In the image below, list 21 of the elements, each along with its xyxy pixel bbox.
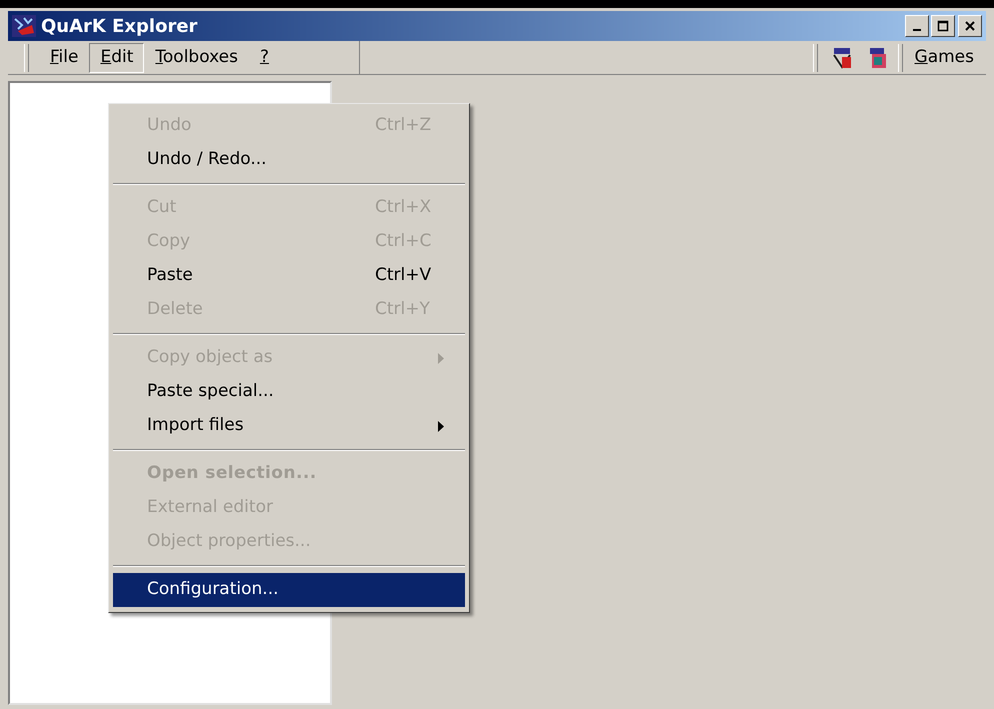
menu-bar-item[interactable]: Toolboxes <box>144 42 249 72</box>
menu-item[interactable]: Configuration... <box>113 573 465 607</box>
submenu-arrow-icon <box>438 352 445 364</box>
menu-item[interactable]: Import files <box>113 409 465 443</box>
submenu-arrow-icon <box>438 420 445 432</box>
close-icon <box>964 20 976 32</box>
games-button[interactable]: Games <box>904 42 984 72</box>
minimize-icon <box>913 29 921 31</box>
maximize-button[interactable] <box>931 15 955 37</box>
menu-bar-item[interactable]: File <box>39 42 90 72</box>
menu-bar-item[interactable]: ? <box>248 42 280 72</box>
maximize-icon <box>937 20 949 32</box>
menu-item[interactable]: Paste special... <box>113 375 465 409</box>
close-button[interactable] <box>958 15 982 37</box>
document-picture-icon <box>868 46 888 68</box>
window-title: QuArK Explorer <box>41 14 198 38</box>
minimize-button[interactable] <box>905 15 929 37</box>
menu-item[interactable]: Undo / Redo... <box>113 143 465 177</box>
app-logo-icon <box>12 15 36 37</box>
menu-item[interactable]: Paste Ctrl+V <box>113 259 465 293</box>
menu-bar-item[interactable]: Edit <box>89 42 144 72</box>
